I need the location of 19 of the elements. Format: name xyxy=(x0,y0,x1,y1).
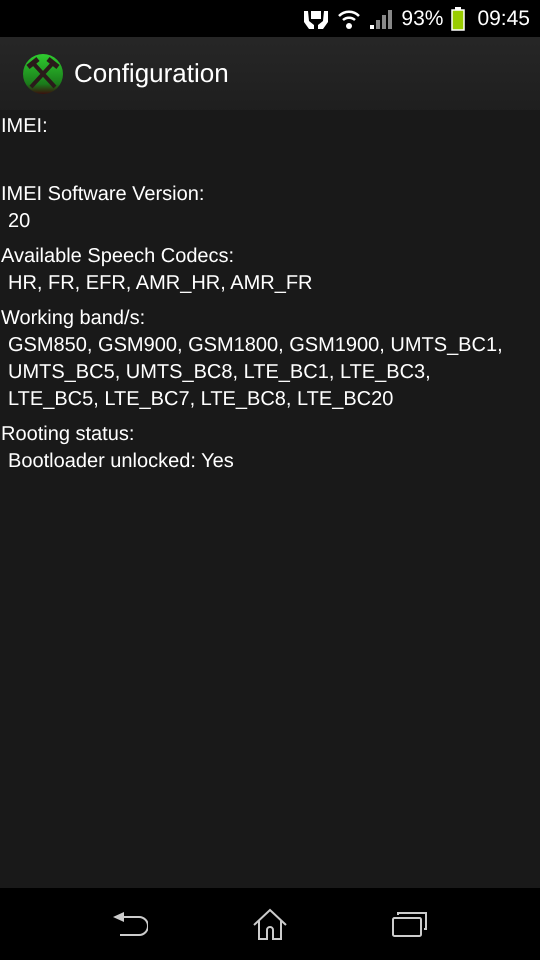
screen-title: Configuration xyxy=(74,58,229,89)
recent-apps-icon[interactable] xyxy=(392,911,428,937)
home-icon[interactable] xyxy=(252,908,288,940)
battery-icon xyxy=(451,6,466,30)
wifi-icon xyxy=(337,8,362,30)
app-icon[interactable] xyxy=(22,52,64,94)
clock: 09:45 xyxy=(477,6,530,30)
field-value: HR, FR, EFR, AMR_HR, AMR_FR xyxy=(7,271,314,296)
field-label: Working band/s: xyxy=(1,306,146,331)
field-value: GSM850, GSM900, GSM1800, GSM1900, UMTS_BC1, UMTS_BC5, UMTS_BC8, LTE_BC1, LTE_BC3, LTE_BC5, LTE_BC7, LTE_BC8, LTE_BC20 xyxy=(7,333,504,412)
field-label: Available Speech Codecs: xyxy=(1,244,236,269)
battery-percent: 93% xyxy=(401,6,444,30)
back-icon[interactable] xyxy=(112,911,148,937)
field-label: IMEI Software Version: xyxy=(1,182,206,207)
signal-icon xyxy=(369,8,394,30)
field-value: Bootloader unlocked: Yes xyxy=(7,449,235,474)
field-label: Rooting status: xyxy=(1,422,136,447)
field-value: 20 xyxy=(7,209,32,234)
field-label: IMEI: xyxy=(1,114,49,139)
